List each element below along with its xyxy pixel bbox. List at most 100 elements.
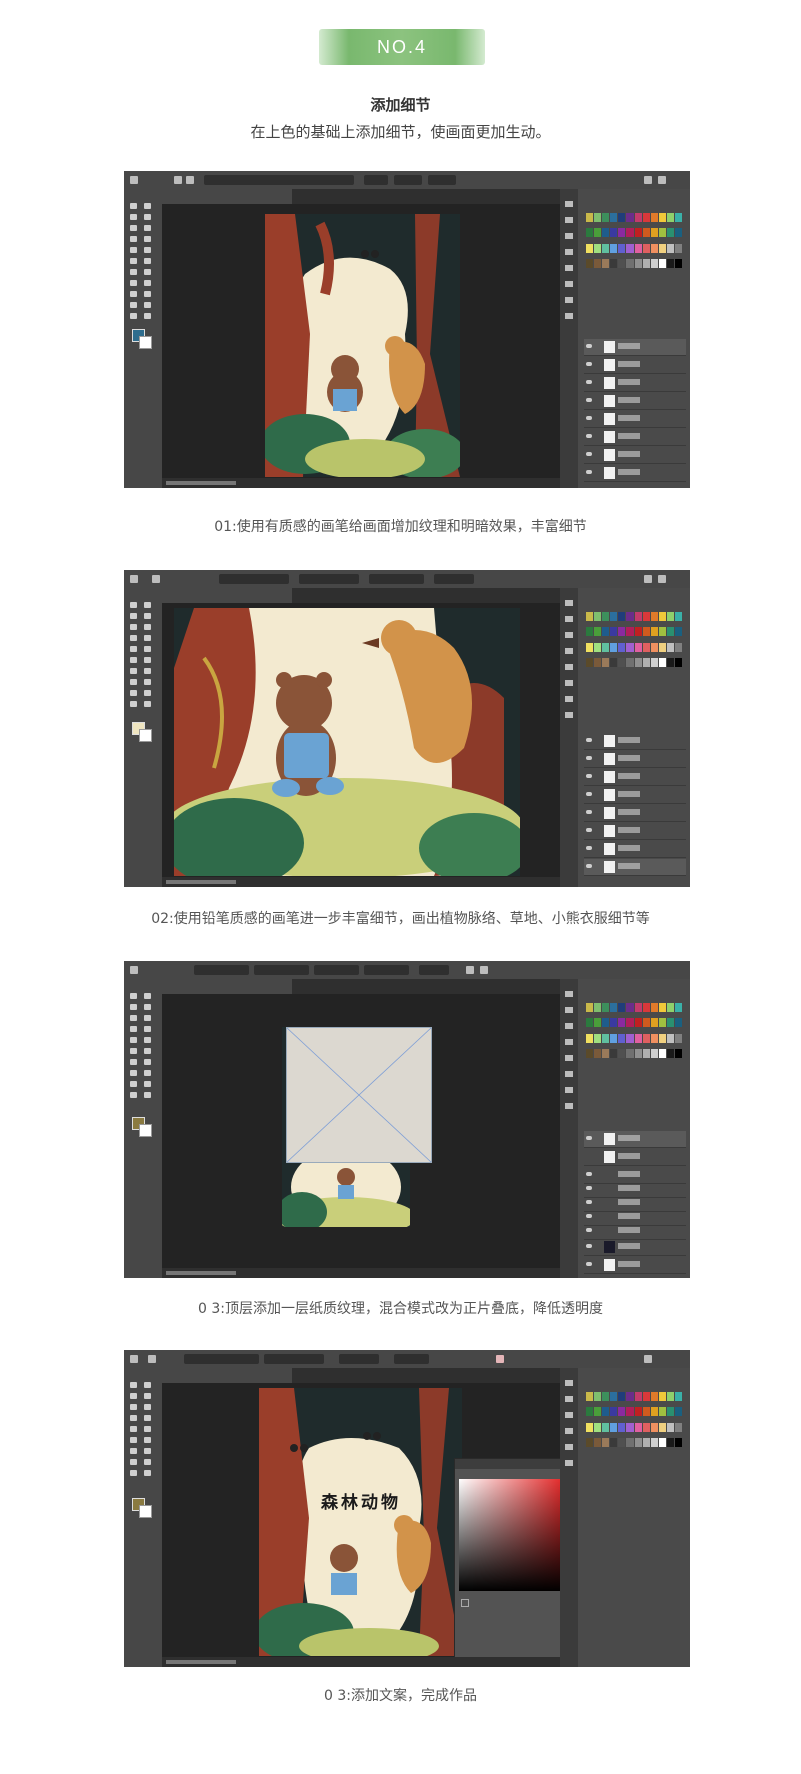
swatch-cell[interactable] [610, 1003, 618, 1012]
eye-icon[interactable] [586, 738, 592, 742]
swatch-cell[interactable] [658, 1392, 666, 1401]
swatches-grid[interactable] [586, 1003, 682, 1063]
swatch-cell[interactable] [658, 258, 666, 268]
swatch-cell[interactable] [642, 657, 650, 667]
swatch-cell[interactable] [658, 1407, 666, 1417]
swatch-cell[interactable] [594, 1407, 602, 1417]
paper-texture-layer[interactable] [286, 1027, 432, 1163]
swatches-grid[interactable] [586, 1392, 682, 1452]
swatch-cell[interactable] [642, 228, 650, 238]
swatch-cell[interactable] [594, 213, 602, 222]
photoshop-home-icon[interactable] [130, 966, 138, 974]
swatch-cell[interactable] [618, 258, 626, 268]
canvas-artwork[interactable]: 森林动物 [259, 1388, 462, 1656]
frame-tool-icon[interactable] [144, 225, 151, 231]
swatch-cell[interactable] [626, 1033, 634, 1043]
swatch-cell[interactable] [602, 1407, 610, 1417]
swatch-cell[interactable] [634, 1048, 642, 1058]
swatch-cell[interactable] [586, 1048, 594, 1058]
swatch-cell[interactable] [650, 213, 658, 222]
eye-icon[interactable] [586, 1200, 592, 1204]
eye-icon[interactable] [586, 362, 592, 366]
swatch-cell[interactable] [650, 1437, 658, 1447]
swatch-cell[interactable] [626, 228, 634, 238]
swatch-cell[interactable] [594, 1392, 602, 1401]
options-field[interactable] [204, 175, 354, 185]
swatch-cell[interactable] [626, 612, 634, 621]
swatch-cell[interactable] [674, 243, 682, 253]
swatch-cell[interactable] [618, 1437, 626, 1447]
swatch-cell[interactable] [658, 1018, 666, 1028]
swatch-cell[interactable] [674, 612, 682, 621]
antialias-field[interactable] [394, 1354, 429, 1364]
brush-tool-icon[interactable] [130, 247, 137, 253]
swatch-cell[interactable] [650, 258, 658, 268]
swatch-cell[interactable] [610, 1407, 618, 1417]
swatch-cell[interactable] [634, 1392, 642, 1401]
swatch-cell[interactable] [650, 1018, 658, 1028]
flow-field[interactable] [369, 574, 424, 584]
swatch-cell[interactable] [666, 1003, 674, 1012]
swatch-cell[interactable] [666, 1033, 674, 1043]
swatch-cell[interactable] [594, 642, 602, 652]
eye-icon[interactable] [586, 1136, 592, 1140]
eye-icon[interactable] [586, 828, 592, 832]
swatch-cell[interactable] [634, 213, 642, 222]
eye-icon[interactable] [586, 1172, 592, 1176]
search-icon[interactable] [644, 575, 652, 583]
canvas-artwork[interactable] [265, 214, 460, 477]
more-tools-icon[interactable] [144, 313, 151, 319]
eye-icon[interactable] [586, 380, 592, 384]
swatch-cell[interactable] [626, 1018, 634, 1028]
swatch-cell[interactable] [618, 243, 626, 253]
swatch-cell[interactable] [610, 213, 618, 222]
swatch-cell[interactable] [634, 642, 642, 652]
swatch-cell[interactable] [618, 1422, 626, 1432]
swatch-cell[interactable] [618, 1392, 626, 1401]
zoom-in-icon[interactable] [186, 176, 194, 184]
swatch-cell[interactable] [642, 1018, 650, 1028]
font-style-field[interactable] [264, 1354, 324, 1364]
color-field[interactable] [459, 1479, 574, 1591]
swatch-cell[interactable] [634, 1407, 642, 1417]
photoshop-home-icon[interactable] [130, 176, 138, 184]
swatch-cell[interactable] [642, 1003, 650, 1012]
transform-y-field[interactable] [254, 965, 309, 975]
lasso-tool-icon[interactable] [130, 214, 137, 220]
swatch-cell[interactable] [602, 627, 610, 637]
swatch-cell[interactable] [666, 642, 674, 652]
swatch-cell[interactable] [626, 642, 634, 652]
swatch-cell[interactable] [610, 1048, 618, 1058]
swatch-cell[interactable] [658, 228, 666, 238]
swatch-cell[interactable] [594, 627, 602, 637]
eye-icon[interactable] [586, 1244, 592, 1248]
swatch-cell[interactable] [650, 657, 658, 667]
swatch-cell[interactable] [634, 1003, 642, 1012]
fill-screen-button[interactable] [428, 175, 456, 185]
swatch-cell[interactable] [602, 612, 610, 621]
eye-icon[interactable] [586, 470, 592, 474]
swatch-cell[interactable] [666, 1018, 674, 1028]
swatch-cell[interactable] [634, 1422, 642, 1432]
swatch-cell[interactable] [658, 657, 666, 667]
swatch-cell[interactable] [586, 213, 594, 222]
swatch-cell[interactable] [666, 657, 674, 667]
swatch-cell[interactable] [626, 1407, 634, 1417]
swatch-cell[interactable] [618, 228, 626, 238]
path-select-icon[interactable] [144, 291, 151, 297]
swatch-cell[interactable] [626, 1392, 634, 1401]
web-colors-checkbox[interactable] [461, 1599, 469, 1607]
swatch-cell[interactable] [602, 213, 610, 222]
eye-icon[interactable] [586, 416, 592, 420]
swatch-cell[interactable] [618, 1003, 626, 1012]
swatch-cell[interactable] [594, 657, 602, 667]
eraser-tool-icon[interactable] [144, 258, 151, 264]
swatch-cell[interactable] [594, 1422, 602, 1432]
swatch-cell[interactable] [650, 1407, 658, 1417]
swatch-cell[interactable] [602, 1392, 610, 1401]
search-icon[interactable] [644, 1355, 652, 1363]
swatch-cell[interactable] [626, 1422, 634, 1432]
swatch-cell[interactable] [674, 657, 682, 667]
swatch-cell[interactable] [650, 642, 658, 652]
swatch-cell[interactable] [658, 1422, 666, 1432]
